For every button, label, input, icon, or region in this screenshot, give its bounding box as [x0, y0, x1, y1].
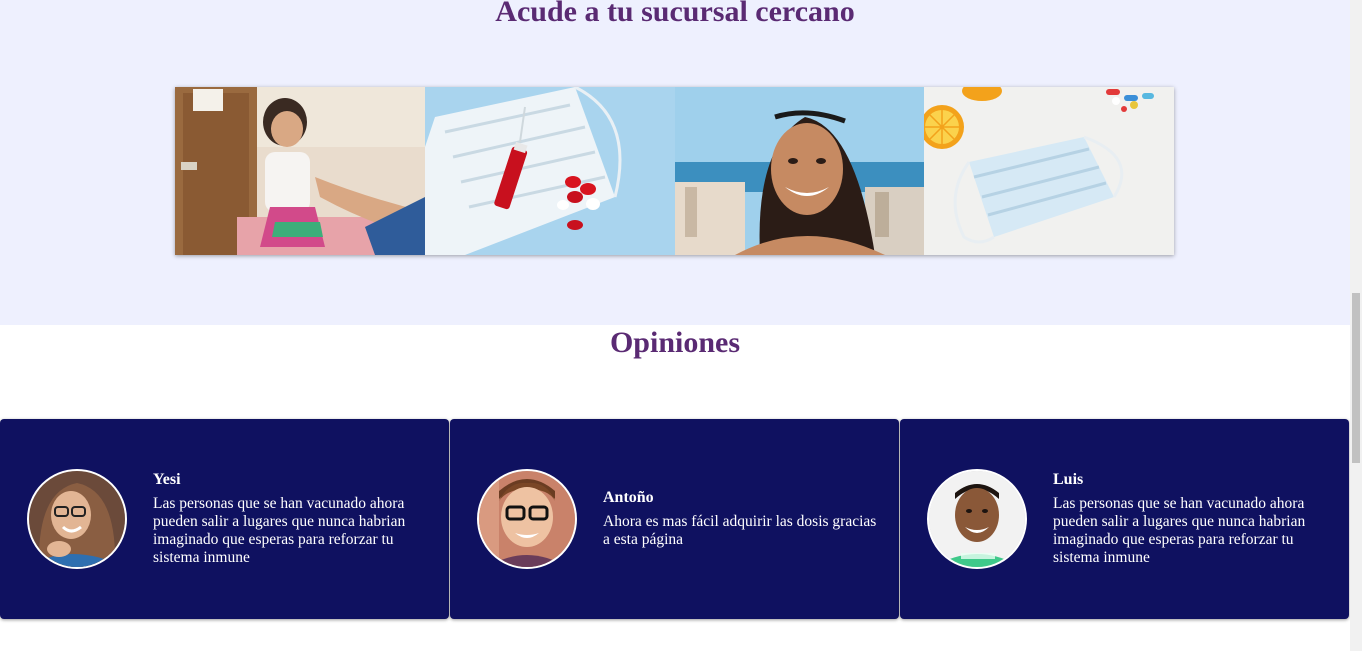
sucursal-section: Acude a tu sucursal cercano [0, 0, 1350, 325]
opiniones-title: Opiniones [609, 326, 741, 359]
review-card: Luis Las personas que se han vacunado ah… [900, 419, 1349, 619]
avatar [477, 469, 577, 569]
vertical-scrollbar[interactable] [1350, 0, 1362, 651]
reviewer-name: Luis [1053, 471, 1084, 488]
review-card: Yesi Las personas que se han vacunado ah… [0, 419, 449, 619]
review-card: Antoño Ahora es mas fácil adquirir las d… [450, 419, 899, 619]
avatar [927, 469, 1027, 569]
mask-lemon-pills-photo [924, 87, 1174, 255]
photo-gallery [175, 87, 1174, 255]
review-text: Las personas que se han vacunado ahora p… [153, 495, 406, 566]
mask-syringe-photo [424, 87, 675, 255]
reviews-list: Yesi Las personas que se han vacunado ah… [0, 419, 1350, 619]
review-text: Las personas que se han vacunado ahora p… [1053, 495, 1306, 566]
avatar [27, 469, 127, 569]
scrollbar-thumb[interactable] [1352, 293, 1360, 463]
child-vaccination-photo [175, 87, 425, 255]
smiling-woman-photo [674, 87, 925, 255]
reviewer-name: Antoño [603, 489, 654, 506]
review-text: Ahora es mas fácil adquirir las dosis gr… [603, 513, 877, 548]
sucursal-title: Acude a tu sucursal cercano [495, 0, 855, 28]
reviewer-name: Yesi [153, 471, 181, 488]
